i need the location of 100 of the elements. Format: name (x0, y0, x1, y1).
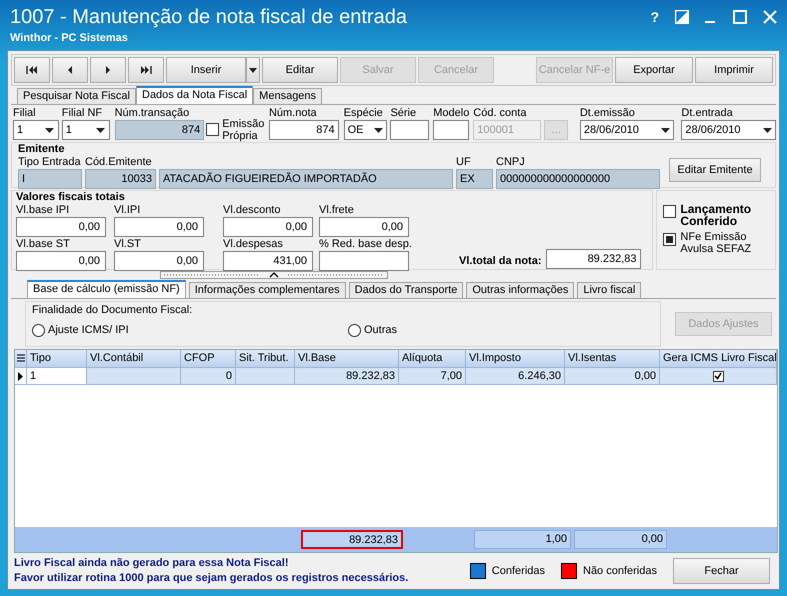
radio-button[interactable] (348, 324, 361, 337)
skip-first-icon (26, 65, 38, 75)
navigation-button[interactable] (14, 57, 50, 83)
dropdown[interactable]: OE (344, 120, 388, 140)
field-label: Vl.base IPI (16, 203, 70, 217)
input-field: ATACADÃO FIGUEIREDÃO IMPORTADÃO (159, 169, 453, 189)
dropdown[interactable]: 1 (62, 120, 110, 140)
group-title: Valores fiscais totais (16, 191, 126, 203)
column-menu-icon[interactable] (16, 354, 26, 364)
tab[interactable]: Mensagens (253, 88, 322, 104)
dropdown-arrow-icon[interactable] (660, 128, 670, 132)
date-picker[interactable]: 28/06/2010 (580, 120, 674, 140)
dropdown-arrow-icon[interactable] (762, 128, 772, 132)
input-field: I (18, 169, 82, 189)
input-field[interactable]: 0,00 (319, 217, 409, 237)
toolbar-button[interactable]: Inserir (166, 57, 246, 83)
column-header[interactable]: Sit. Tribut. (236, 350, 295, 368)
checkbox[interactable] (663, 233, 676, 246)
field-label: Vl.base ST (16, 237, 71, 251)
navigation-button[interactable] (128, 57, 164, 83)
warning-message: Favor utilizar rotina 1000 para que sejam gerados os registros necessários. (14, 571, 410, 586)
field-label: Vl.IPI (114, 203, 142, 217)
input-field[interactable] (433, 120, 470, 140)
field-label: Vl.frete (319, 203, 355, 217)
column-header[interactable]: Vl.Imposto (466, 350, 565, 368)
field-label: Vl.desconto (223, 203, 282, 217)
table-cell: 0,00 (565, 368, 660, 385)
dropdown[interactable]: 1 (13, 120, 59, 140)
column-header[interactable]: Vl.Contábil (87, 350, 181, 368)
tab[interactable]: Outras informações (466, 282, 574, 298)
total-cell: 89.232,83 (301, 530, 403, 549)
warning-message: Livro Fiscal ainda não gerado para essa Nota Fiscal! (14, 556, 290, 571)
field-label: CNPJ (496, 155, 526, 169)
input-field[interactable]: 0,00 (16, 217, 106, 237)
tab[interactable]: Base de cálculo (emissão NF) (27, 280, 186, 298)
tab[interactable]: Pesquisar Nota Fiscal (17, 88, 136, 104)
close-icon[interactable] (763, 10, 777, 24)
checkbox[interactable] (206, 123, 220, 136)
field-label: Núm.transação (114, 106, 190, 120)
input-field[interactable] (390, 120, 430, 140)
column-header[interactable]: CFOP (181, 350, 236, 368)
input-field[interactable]: 0,00 (223, 217, 313, 237)
caret-icon (249, 68, 257, 72)
restore-icon[interactable] (675, 10, 689, 24)
column-header[interactable]: Tipo (27, 350, 87, 368)
input-field[interactable]: 431,00 (223, 251, 313, 271)
table-cell: 6.246,30 (466, 368, 565, 385)
previous-icon (67, 65, 73, 75)
column-header[interactable]: Vl.Base (295, 350, 399, 368)
check-icon (714, 372, 722, 380)
field-label: Dt.entrada (681, 106, 734, 120)
help-button[interactable]: ? (650, 10, 659, 24)
next-icon (105, 65, 111, 75)
field-label: Cód. conta (473, 106, 528, 120)
date-picker[interactable]: 28/06/2010 (681, 120, 776, 140)
input-field[interactable]: 0,00 (114, 217, 204, 237)
toolbar-button[interactable]: Imprimir (695, 57, 773, 83)
edit-button[interactable]: Editar Emitente (669, 158, 761, 182)
toolbar-button[interactable]: Exportar (615, 57, 693, 83)
field-label: Filial (13, 106, 37, 120)
table-cell: 7,00 (399, 368, 466, 385)
toolbar-button[interactable]: Editar (262, 57, 338, 83)
input-field[interactable]: 0,00 (114, 251, 204, 271)
maximize-icon[interactable] (733, 10, 747, 24)
window-subtitle: Winthor - PC Sistemas (10, 31, 129, 46)
field-label: Vl.ST (114, 237, 142, 251)
column-header[interactable]: Alíquota (399, 350, 466, 368)
column-header[interactable]: Gera ICMS Livro Fiscal (660, 350, 777, 368)
field-label: Filial NF (62, 106, 104, 120)
input-field[interactable]: 0,00 (16, 251, 106, 271)
close-button[interactable]: Fechar (673, 558, 770, 584)
tab[interactable]: Dados da Nota Fiscal (136, 86, 254, 104)
column-header[interactable]: Vl.Isentas (565, 350, 660, 368)
group-title: Finalidade do Documento Fiscal: (32, 303, 194, 317)
checkbox[interactable] (712, 370, 724, 382)
input-field[interactable] (319, 251, 409, 271)
dropdown-arrow-icon[interactable] (45, 128, 54, 132)
radio-label: Outras (364, 323, 398, 338)
legend-label: Conferidas (492, 564, 545, 579)
table-cell: 1 (27, 368, 87, 385)
tab[interactable]: Livro fiscal (577, 282, 642, 298)
checkbox[interactable] (663, 205, 676, 218)
field-label: Série (390, 106, 418, 120)
tab[interactable]: Informações complementares (188, 282, 346, 298)
input-field: 000000000000000000 (496, 169, 660, 189)
total-field[interactable]: 89.232,83 (546, 249, 640, 269)
field-label: Cód.Emitente (85, 155, 153, 169)
radio-button[interactable] (32, 324, 45, 337)
input-field[interactable]: 874 (268, 120, 339, 140)
checkbox-label: Lançamento Conferido (680, 203, 752, 227)
dropdown-arrow-icon[interactable] (374, 128, 383, 132)
radio-label: Ajuste ICMS/ IPI (48, 323, 129, 338)
group-title: Emitente (18, 143, 66, 155)
checkbox-label: NFe Emissão Avulsa SEFAZ (680, 231, 752, 255)
table-cell: 89.232,83 (295, 368, 399, 385)
splitter-handle[interactable] (160, 271, 388, 279)
dropdown-button[interactable] (246, 57, 260, 83)
tab[interactable]: Dados do Transporte (348, 282, 464, 298)
field-label: Dt.emissão (580, 106, 636, 120)
dropdown-arrow-icon[interactable] (96, 128, 106, 132)
